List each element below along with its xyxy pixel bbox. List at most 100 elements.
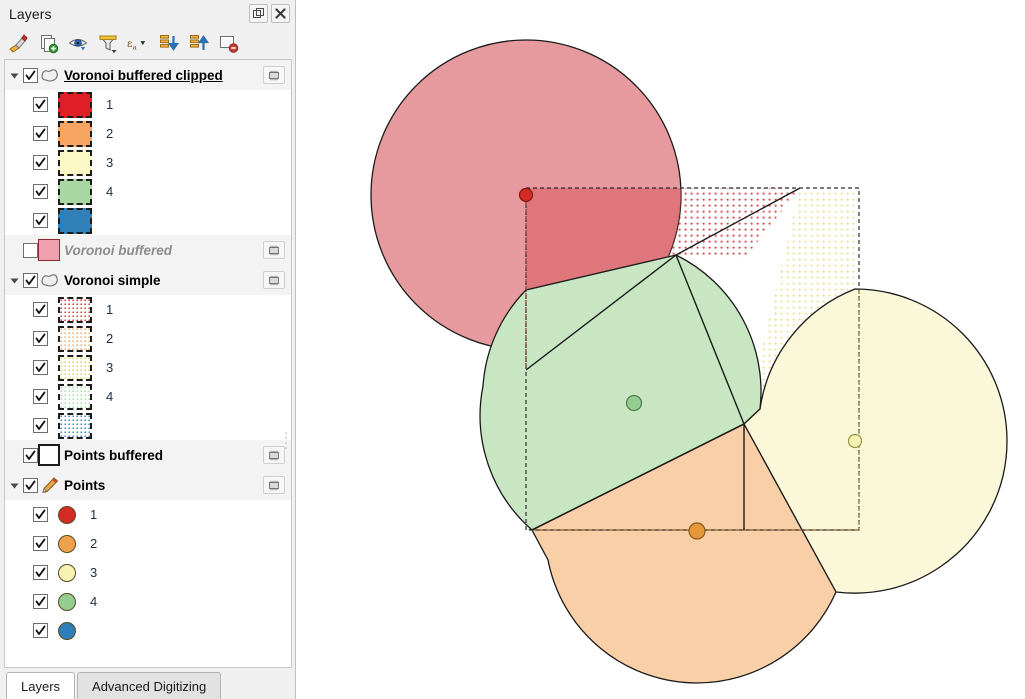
layer-row-voronoi-buffered-clipped[interactable]: Voronoi buffered clipped	[5, 60, 291, 90]
class-symbol-dots	[58, 383, 92, 410]
panel-tabs: Layers Advanced Digitizing	[0, 668, 296, 699]
tab-layers[interactable]: Layers	[6, 672, 76, 699]
legend-class-row[interactable]: 2	[5, 324, 291, 353]
layer-row-points[interactable]: Points	[5, 470, 291, 500]
legend-class-row[interactable]: 2	[5, 119, 291, 148]
class-symbol-point	[58, 505, 76, 524]
expander-points[interactable]	[5, 481, 23, 490]
layer-tree[interactable]: Voronoi buffered clipped 1 2 3 4 Voronoi buff…	[4, 59, 292, 668]
layer-name-voronoi-simple: Voronoi simple	[64, 272, 161, 288]
legend-class-row[interactable]: 1	[5, 295, 291, 324]
class-label: 3	[106, 155, 114, 170]
expression-icon[interactable]: ε a	[126, 32, 151, 56]
class-label: 1	[106, 302, 114, 317]
class-visibility-checkbox[interactable]	[33, 565, 48, 580]
legend-class-row[interactable]: 3	[5, 148, 291, 177]
class-label: 1	[90, 507, 98, 522]
layer-visibility-checkbox-voronoi-buffered-clipped[interactable]	[23, 67, 38, 83]
layers-toolbar: ε a	[0, 28, 296, 59]
class-symbol-dots	[58, 354, 92, 381]
panel-divider[interactable]	[295, 0, 296, 699]
class-visibility-checkbox[interactable]	[33, 507, 48, 522]
point-marker-1[interactable]	[518, 187, 534, 203]
class-symbol-dots	[58, 296, 92, 323]
point-marker-3[interactable]	[847, 433, 863, 449]
class-symbol-point	[58, 534, 76, 553]
edit-pencil-icon	[38, 476, 60, 494]
class-visibility-checkbox[interactable]	[33, 213, 48, 228]
class-symbol-solid	[58, 149, 92, 176]
legend-class-row[interactable]: 3	[5, 558, 291, 587]
class-visibility-checkbox[interactable]	[33, 389, 48, 404]
add-group-icon[interactable]	[36, 32, 61, 56]
layer-row-voronoi-simple[interactable]: Voronoi simple	[5, 265, 291, 295]
layer-name-points: Points	[64, 477, 106, 493]
layer-row-points-buffered[interactable]: Points buffered	[5, 440, 291, 470]
panel-title-bar: Layers	[0, 0, 296, 27]
map-render	[297, 0, 1025, 699]
legend-class-row[interactable]: 1	[5, 500, 291, 529]
collapse-down-icon[interactable]	[156, 32, 181, 56]
class-label: 4	[106, 389, 114, 404]
class-visibility-checkbox[interactable]	[33, 155, 48, 170]
class-label: 2	[106, 126, 114, 141]
panel-title: Layers	[9, 5, 52, 22]
class-symbol-solid	[58, 91, 92, 118]
class-label: 2	[106, 331, 114, 346]
point-marker-2[interactable]	[688, 522, 706, 540]
layer-swatch-points-buffered	[38, 444, 60, 466]
class-symbol-point	[58, 621, 76, 640]
class-visibility-checkbox[interactable]	[33, 594, 48, 609]
class-visibility-checkbox[interactable]	[33, 418, 48, 433]
class-visibility-checkbox[interactable]	[33, 126, 48, 141]
layer-name-voronoi-buffered-clipped: Voronoi buffered clipped	[64, 67, 223, 83]
legend-class-row[interactable]	[5, 411, 291, 440]
layer-visibility-checkbox-voronoi-simple[interactable]	[23, 272, 38, 288]
layers-panel: Layers ε a Voronoi buffered clipped 1 2 …	[0, 0, 296, 699]
legend-class-row[interactable]: 4	[5, 587, 291, 616]
legend-class-row[interactable]	[5, 206, 291, 235]
legend-class-row[interactable]: 2	[5, 529, 291, 558]
class-visibility-checkbox[interactable]	[33, 302, 48, 317]
layer-swatch-voronoi-buffered	[38, 239, 60, 261]
close-panel-button[interactable]	[271, 4, 290, 23]
layer-tree-scrollbar[interactable]	[282, 61, 290, 667]
class-visibility-checkbox[interactable]	[33, 623, 48, 638]
tab-advanced-digitizing-label: Advanced Digitizing	[92, 678, 207, 694]
class-visibility-checkbox[interactable]	[33, 536, 48, 551]
map-canvas[interactable]	[297, 0, 1025, 699]
eye-icon[interactable]	[66, 32, 91, 56]
filter-icon[interactable]	[96, 32, 121, 56]
point-marker-4[interactable]	[625, 394, 643, 412]
polygon-layer-icon	[38, 68, 60, 83]
layer-visibility-checkbox-points[interactable]	[23, 477, 38, 493]
class-label: 4	[106, 184, 114, 199]
class-visibility-checkbox[interactable]	[33, 97, 48, 112]
class-visibility-checkbox[interactable]	[33, 331, 48, 346]
class-visibility-checkbox[interactable]	[33, 184, 48, 199]
undock-panel-button[interactable]	[249, 4, 268, 23]
class-label: 2	[90, 536, 98, 551]
layer-visibility-checkbox-voronoi-buffered[interactable]	[23, 242, 38, 258]
legend-class-row[interactable]	[5, 616, 291, 645]
tab-layers-label: Layers	[21, 678, 61, 694]
expander-voronoi-simple[interactable]	[5, 276, 23, 285]
class-visibility-checkbox[interactable]	[33, 360, 48, 375]
svg-text:ε: ε	[127, 38, 132, 50]
layer-row-voronoi-buffered[interactable]: Voronoi buffered	[5, 235, 291, 265]
expander-voronoi-buffered-clipped[interactable]	[5, 71, 23, 80]
layer-name-points-buffered: Points buffered	[64, 447, 164, 463]
class-label: 1	[106, 97, 114, 112]
class-symbol-solid	[58, 120, 92, 147]
legend-class-row[interactable]: 4	[5, 177, 291, 206]
legend-class-row[interactable]: 3	[5, 353, 291, 382]
tab-advanced-digitizing[interactable]: Advanced Digitizing	[77, 672, 222, 699]
style-brush-icon[interactable]	[6, 32, 31, 56]
class-symbol-dots	[58, 412, 92, 439]
legend-class-row[interactable]: 1	[5, 90, 291, 119]
legend-class-row[interactable]: 4	[5, 382, 291, 411]
expand-up-icon[interactable]	[186, 32, 211, 56]
layer-visibility-checkbox-points-buffered[interactable]	[23, 447, 38, 463]
layer-name-voronoi-buffered: Voronoi buffered	[64, 242, 172, 258]
remove-layer-icon[interactable]	[216, 32, 241, 56]
